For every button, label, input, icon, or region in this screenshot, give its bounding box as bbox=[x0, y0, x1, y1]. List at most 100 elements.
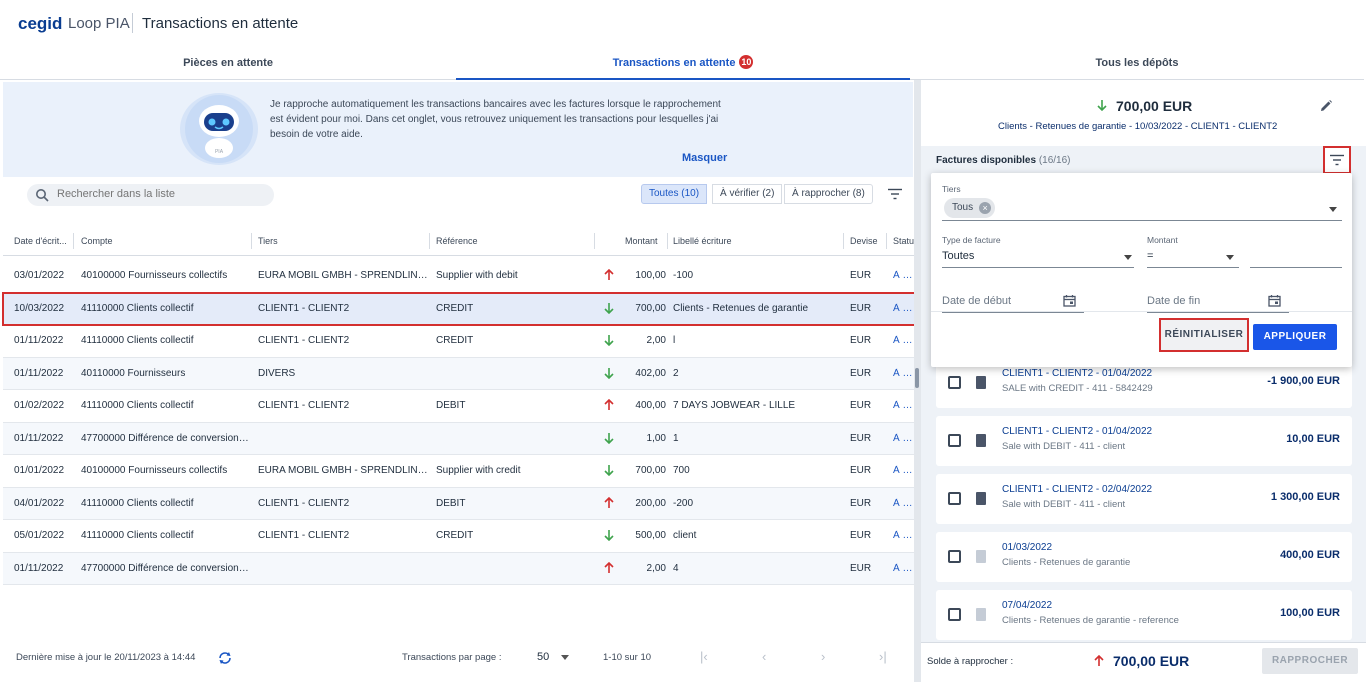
table-row[interactable]: 01/11/2022 40110000 Fournisseurs DIVERS 402… bbox=[3, 357, 915, 390]
popup-divider bbox=[931, 311, 1352, 312]
invoice-amount: -1 900,00 EUR bbox=[1267, 375, 1340, 387]
arrow-up-icon bbox=[604, 496, 614, 508]
cell-devise: EUR bbox=[850, 270, 872, 281]
invoice-checkbox[interactable] bbox=[948, 550, 961, 563]
reset-button[interactable]: RÉINITIALISER bbox=[1159, 318, 1249, 352]
sync-icon[interactable] bbox=[218, 651, 232, 665]
invoice-card[interactable]: 01/03/2022 Clients - Retenues de garantie… bbox=[936, 532, 1352, 582]
cell-montant: 2,00 bbox=[646, 335, 666, 346]
apply-button[interactable]: APPLIQUER bbox=[1253, 324, 1337, 350]
cell-date: 01/11/2022 bbox=[14, 432, 64, 444]
remove-chip-icon[interactable]: × bbox=[979, 202, 992, 214]
cell-statut[interactable]: À rap bbox=[893, 303, 915, 314]
invoice-checkbox[interactable] bbox=[948, 376, 961, 389]
cell-statut[interactable]: À rap bbox=[893, 498, 915, 509]
rows-per-page-select[interactable]: 50 bbox=[537, 651, 549, 663]
invoice-type-label: Type de facture bbox=[942, 235, 1001, 245]
filter-chip-to-check[interactable]: À vérifier (2) bbox=[712, 184, 783, 204]
invoice-checkbox[interactable] bbox=[948, 434, 961, 447]
cell-statut[interactable]: À rap bbox=[893, 368, 915, 379]
cell-statut[interactable]: À rap bbox=[893, 400, 915, 411]
table-row[interactable]: 05/01/2022 41110000 Clients collectif CLIE… bbox=[3, 520, 915, 553]
column-separator bbox=[843, 233, 844, 249]
filter-chip-all[interactable]: Toutes (10) bbox=[641, 184, 708, 204]
chevron-down-icon[interactable] bbox=[561, 655, 569, 660]
tab-transactions-en-attente[interactable]: Transactions en attente 10 bbox=[456, 48, 910, 80]
cell-statut[interactable]: À vér bbox=[893, 433, 915, 444]
first-page-button[interactable]: |‹ bbox=[700, 649, 708, 664]
previous-page-button[interactable]: ‹ bbox=[762, 649, 766, 664]
reconcile-button[interactable]: RAPPROCHER bbox=[1262, 648, 1358, 674]
cell-tiers: EURA MOBIL GMBH - SPRENDLINGE... bbox=[258, 465, 428, 476]
column-header-devise[interactable]: Devise bbox=[850, 236, 878, 246]
cell-date: 10/03/2022 bbox=[14, 302, 65, 314]
search-input[interactable] bbox=[57, 188, 257, 200]
tiers-chip[interactable]: Tous × bbox=[944, 198, 996, 218]
column-separator bbox=[251, 233, 252, 249]
invoice-amount: 10,00 EUR bbox=[1286, 433, 1340, 445]
invoice-checkbox[interactable] bbox=[948, 492, 961, 505]
column-separator bbox=[594, 233, 595, 249]
tab-pieces-en-attente[interactable]: Pièces en attente bbox=[0, 48, 456, 80]
table-row[interactable]: 10/03/2022 41110000 Clients collectif CLIE… bbox=[2, 291, 916, 326]
invoice-card[interactable]: CLIENT1 - CLIENT2 - 01/04/2022 Sale with … bbox=[936, 416, 1352, 466]
cell-montant: 402,00 bbox=[635, 367, 666, 379]
column-header-date[interactable]: Date d'écrit... bbox=[14, 236, 67, 246]
edit-icon[interactable] bbox=[1319, 99, 1333, 113]
column-header-montant[interactable]: Montant bbox=[625, 236, 658, 246]
banner-text: Je rapproche automatiquement les transac… bbox=[270, 99, 721, 140]
resize-handle[interactable] bbox=[915, 368, 919, 388]
cell-libelle: -100 bbox=[673, 270, 694, 281]
cell-devise: EUR bbox=[850, 497, 872, 509]
column-header-reference[interactable]: Référence bbox=[436, 236, 478, 246]
table-row[interactable]: 01/11/2022 47700000 Différence de convers… bbox=[3, 422, 915, 455]
column-header-tiers[interactable]: Tiers bbox=[258, 236, 278, 246]
chevron-down-icon[interactable] bbox=[1226, 255, 1234, 260]
tiers-chip-label: Tous bbox=[952, 202, 974, 213]
last-update-text: Dernière mise à jour le 20/11/2023 à 14:… bbox=[16, 652, 196, 663]
column-header-compte[interactable]: Compte bbox=[81, 236, 113, 246]
next-page-button[interactable]: › bbox=[821, 649, 825, 664]
chevron-down-icon[interactable] bbox=[1124, 255, 1132, 260]
cell-tiers: EURA MOBIL GMBH - SPRENDLINGE... bbox=[258, 270, 428, 281]
tiers-field[interactable] bbox=[942, 197, 1342, 221]
invoice-filter-button[interactable] bbox=[1323, 146, 1351, 174]
chevron-down-icon[interactable] bbox=[1329, 207, 1337, 212]
arrow-down-icon bbox=[604, 335, 614, 346]
cell-statut[interactable]: À rap bbox=[893, 530, 915, 541]
arrow-down-icon bbox=[604, 367, 614, 379]
calendar-icon[interactable] bbox=[1268, 294, 1281, 307]
invoice-type-select[interactable]: Toutes bbox=[942, 248, 1134, 268]
filter-icon[interactable] bbox=[888, 188, 902, 200]
cell-statut[interactable]: À vér bbox=[893, 563, 915, 574]
invoice-card[interactable]: 07/04/2022 Clients - Retenues de garantie… bbox=[936, 590, 1352, 640]
cell-date: 01/11/2022 bbox=[14, 562, 64, 574]
calendar-icon[interactable] bbox=[1063, 294, 1076, 307]
cell-devise: EUR bbox=[850, 335, 872, 346]
cell-libelle: 7 DAYS JOBWEAR - LILLE bbox=[673, 400, 796, 411]
table-row[interactable]: 01/11/2022 47700000 Différence de convers… bbox=[3, 552, 915, 585]
table-row[interactable]: 01/01/2022 40100000 Fournisseurs collecti… bbox=[3, 455, 915, 488]
document-icon bbox=[976, 492, 986, 505]
last-page-button[interactable]: ›| bbox=[879, 649, 887, 664]
amount-input[interactable] bbox=[1250, 248, 1342, 268]
cell-statut[interactable]: À rap bbox=[893, 335, 915, 346]
tiers-label: Tiers bbox=[942, 184, 961, 194]
table-row[interactable]: 03/01/2022 40100000 Fournisseurs collecti… bbox=[3, 260, 915, 293]
document-icon bbox=[976, 434, 986, 447]
table-row[interactable]: 01/02/2022 41110000 Clients collectif CLIE… bbox=[3, 390, 915, 423]
cell-libelle: l bbox=[673, 335, 676, 346]
tab-tous-les-depots[interactable]: Tous les dépôts bbox=[910, 48, 1364, 80]
invoice-checkbox[interactable] bbox=[948, 608, 961, 621]
invoice-card[interactable]: CLIENT1 - CLIENT2 - 02/04/2022 Sale with … bbox=[936, 474, 1352, 524]
column-header-statut[interactable]: Statu bbox=[893, 236, 914, 246]
table-row[interactable]: 01/11/2022 41110000 Clients collectif CLIE… bbox=[3, 325, 915, 358]
cell-statut[interactable]: À rap bbox=[893, 270, 915, 281]
column-header-libelle[interactable]: Libellé écriture bbox=[673, 236, 732, 246]
arrow-up-icon bbox=[1094, 655, 1104, 666]
cell-montant: 700,00 bbox=[635, 465, 666, 476]
filter-chip-to-reconcile[interactable]: À rapprocher (8) bbox=[784, 184, 873, 204]
cell-statut[interactable]: À rap bbox=[893, 465, 915, 476]
table-row[interactable]: 04/01/2022 41110000 Clients collectif CLIE… bbox=[3, 487, 915, 520]
hide-banner-link[interactable]: Masquer bbox=[682, 152, 727, 164]
